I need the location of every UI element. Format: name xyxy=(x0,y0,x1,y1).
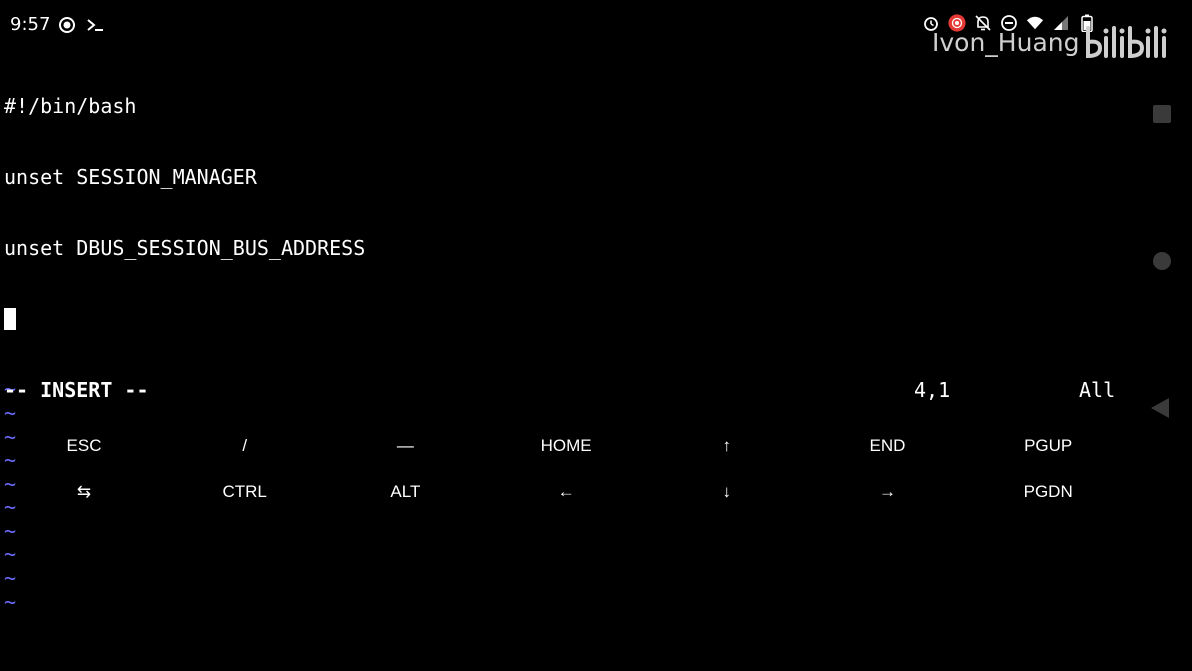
key-row1-4[interactable]: ↑ xyxy=(647,426,807,466)
key-row2-6[interactable]: PGDN xyxy=(968,472,1128,512)
key-row2-2[interactable]: ALT xyxy=(325,472,485,512)
key-row1-6[interactable]: PGUP xyxy=(968,426,1128,466)
empty-line-tilde: ~ xyxy=(4,566,17,591)
status-left-icons xyxy=(58,16,104,34)
cursor-line xyxy=(4,307,1134,332)
key-row2-4[interactable]: ↓ xyxy=(647,472,807,512)
home-icon[interactable] xyxy=(1153,252,1171,270)
text-cursor xyxy=(4,307,16,330)
recents-icon[interactable] xyxy=(1153,105,1171,123)
key-row2-0[interactable]: ⇆ xyxy=(4,472,164,512)
vim-mode-indicator: -- INSERT -- xyxy=(4,378,149,402)
empty-line-tilde: ~ xyxy=(4,589,17,614)
key-row2-1[interactable]: CTRL xyxy=(165,472,325,512)
terminal-line: unset DBUS_SESSION_BUS_ADDRESS xyxy=(4,235,366,260)
screen-record-icon xyxy=(58,16,76,34)
key-row2-5[interactable]: → xyxy=(808,472,968,512)
key-row1-2[interactable]: — xyxy=(325,426,485,466)
scroll-indicator: All xyxy=(1079,378,1116,402)
vim-status-line: -- INSERT -- 4,1 All xyxy=(4,378,1134,404)
back-icon[interactable] xyxy=(1151,398,1169,418)
terminal-icon xyxy=(86,16,104,34)
status-time: 9:57 xyxy=(10,14,51,35)
key-row1-0[interactable]: ESC xyxy=(4,426,164,466)
empty-line-tilde: ~ xyxy=(4,518,17,543)
key-row1-1[interactable]: / xyxy=(165,426,325,466)
nav-bar xyxy=(1140,90,1184,430)
terminal-view[interactable]: #!/bin/bash unset SESSION_MANAGER unset … xyxy=(4,48,1134,613)
terminal-line: #!/bin/bash xyxy=(4,94,137,119)
empty-line-tilde: ~ xyxy=(4,400,17,425)
key-row1-5[interactable]: END xyxy=(808,426,968,466)
key-row2-3[interactable]: ← xyxy=(486,472,646,512)
cursor-position: 4,1 xyxy=(914,378,951,402)
empty-line-tilde: ~ xyxy=(4,542,17,567)
key-row1-3[interactable]: HOME xyxy=(486,426,646,466)
terminal-line: unset SESSION_MANAGER xyxy=(4,164,257,189)
